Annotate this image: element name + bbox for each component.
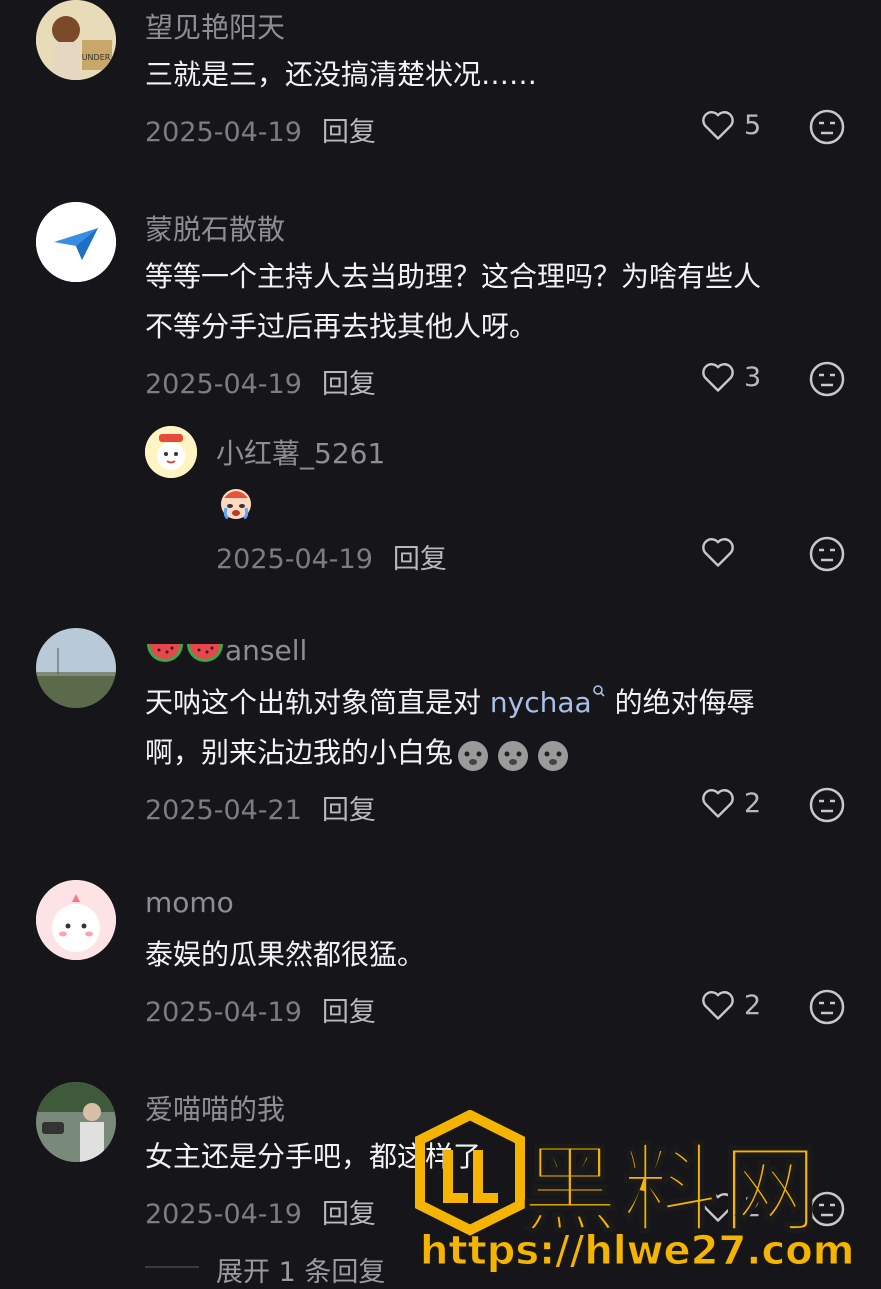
watermelon-icon: [187, 644, 223, 662]
comment-text-part: 的绝对侮辱: [605, 686, 755, 719]
avatar[interactable]: [36, 1082, 116, 1162]
svg-text:UNDER: UNDER: [82, 53, 111, 62]
comment-meta: 2025-04-19 回复: [145, 1192, 376, 1231]
reply-button[interactable]: 回复: [322, 369, 376, 400]
comment-text: 泰娱的瓜果然都很猛。: [145, 938, 426, 971]
comment-meta: 2025-04-21 回复: [145, 788, 376, 827]
avatar[interactable]: [36, 628, 116, 708]
reply-button[interactable]: 回复: [322, 117, 376, 148]
landscape-avatar-icon: [36, 628, 116, 708]
heart-icon: [702, 111, 734, 140]
comment-date: 2025-04-19: [145, 1199, 302, 1230]
avatar[interactable]: UNDER: [36, 0, 116, 80]
watermark: 黑料网 https://hlwe27.com: [410, 1109, 870, 1275]
heart-icon: [702, 789, 734, 818]
like-button[interactable]: 2: [700, 786, 761, 820]
comment-username[interactable]: 小红薯_5261: [216, 432, 385, 472]
comment-username[interactable]: 蒙脱石散散: [145, 208, 285, 248]
dislike-icon[interactable]: [809, 109, 845, 145]
like-button[interactable]: [700, 535, 736, 569]
comment-meta: 2025-04-19 回复: [145, 990, 376, 1029]
comment-text: [216, 476, 256, 526]
comment-text: 不等分手过后再去找其他人呀。: [145, 310, 538, 343]
like-count: 2: [744, 787, 762, 819]
comment-text: 天呐这个出轨对象简直是对 nychaa 的绝对侮辱: [145, 678, 755, 728]
comment-text: 啊，别来沾边我的小白兔: [145, 728, 573, 778]
dislike-icon[interactable]: [809, 989, 845, 1025]
dislike-icon[interactable]: [809, 361, 845, 397]
like-button[interactable]: 2: [700, 988, 761, 1022]
like-button[interactable]: 5: [700, 108, 761, 142]
reply-button[interactable]: 回复: [393, 544, 447, 575]
grey-face-emoji-icon: [498, 741, 529, 771]
mention-link[interactable]: nychaa: [490, 686, 592, 719]
reply-button[interactable]: 回复: [322, 795, 376, 826]
comment-username[interactable]: ansell: [145, 634, 307, 668]
dislike-icon[interactable]: [809, 536, 845, 572]
comment-meta: 2025-04-19 回复: [216, 537, 447, 576]
comment-username[interactable]: momo: [145, 886, 234, 919]
avatar[interactable]: [36, 880, 116, 960]
avatar[interactable]: [145, 426, 197, 478]
avatar-image-icon: UNDER: [36, 0, 116, 80]
dislike-icon[interactable]: [809, 787, 845, 823]
comment-date: 2025-04-19: [216, 544, 373, 575]
watermark-url: https://hlwe27.com: [419, 1228, 855, 1275]
comment-date: 2025-04-19: [145, 997, 302, 1028]
search-icon: [592, 685, 605, 697]
comment-date: 2025-04-21: [145, 795, 302, 826]
like-count: 2: [744, 989, 762, 1021]
pink-cartoon-avatar-icon: [36, 880, 116, 960]
comment-meta: 2025-04-19 回复: [145, 110, 376, 149]
like-count: 5: [744, 109, 762, 141]
grey-face-emoji-icon: [538, 741, 569, 771]
username-text: ansell: [225, 634, 308, 667]
heart-icon: [702, 991, 734, 1020]
comment-meta: 2025-04-19 回复: [145, 362, 376, 401]
like-count: 3: [744, 361, 762, 393]
comment-text: 三就是三，还没搞清楚状况……: [145, 58, 538, 91]
expand-replies-button[interactable]: 展开 1 条回复: [216, 1250, 385, 1289]
comment-text-part: 啊，别来沾边我的小白兔: [145, 736, 454, 769]
comment-text: 等等一个主持人去当助理？这合理吗？为啥有些人: [145, 260, 762, 293]
comment-username[interactable]: 望见艳阳天: [145, 6, 285, 46]
heart-icon: [702, 363, 734, 392]
cartoon-dog-avatar-icon: [145, 426, 197, 478]
expand-divider: [145, 1266, 199, 1268]
reply-button[interactable]: 回复: [322, 997, 376, 1028]
avatar[interactable]: [36, 202, 116, 282]
like-button[interactable]: 3: [700, 360, 761, 394]
reply-button[interactable]: 回复: [322, 1199, 376, 1230]
comment-username[interactable]: 爱喵喵的我: [145, 1088, 285, 1128]
photo-avatar-icon: [36, 1082, 116, 1162]
grey-face-emoji-icon: [458, 741, 489, 771]
watermelon-icon: [147, 644, 183, 662]
paper-plane-icon: [36, 202, 116, 282]
comment-text-part: 天呐这个出轨对象简直是对: [145, 686, 490, 719]
crying-emoji-icon: [221, 489, 251, 520]
comment-date: 2025-04-19: [145, 369, 302, 400]
heart-icon: [702, 538, 734, 567]
comment-date: 2025-04-19: [145, 117, 302, 148]
